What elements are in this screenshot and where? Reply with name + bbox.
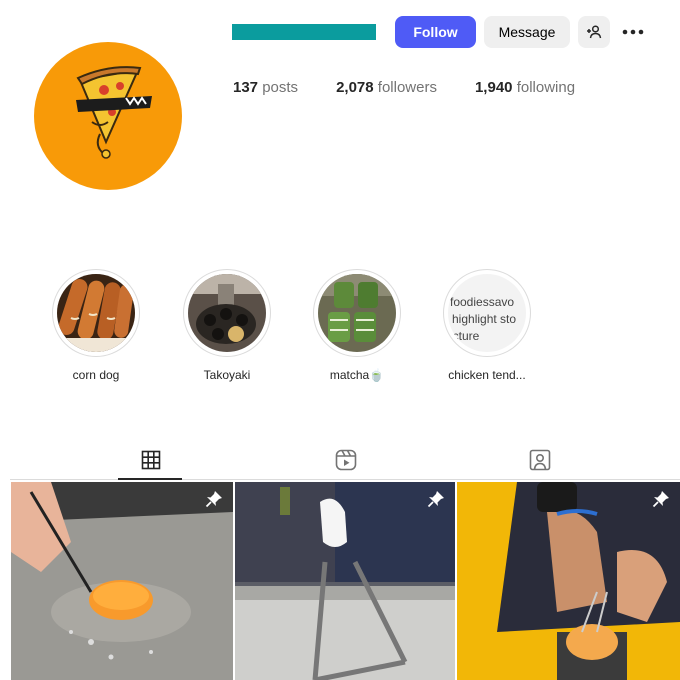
highlight-cover-broken-image: foodiessavo highlight sto icture bbox=[448, 274, 526, 352]
takoyaki-thumbnail bbox=[188, 274, 266, 352]
suggest-users-button[interactable] bbox=[578, 16, 610, 48]
tab-tagged[interactable] bbox=[525, 445, 555, 475]
post-tile-2[interactable] bbox=[235, 482, 455, 680]
profile-avatar[interactable] bbox=[34, 42, 182, 190]
username-redacted bbox=[232, 24, 376, 40]
tab-posts[interactable] bbox=[136, 445, 166, 475]
followers-count: 2,078 bbox=[336, 79, 374, 96]
tab-reels[interactable] bbox=[331, 445, 361, 475]
tagged-icon bbox=[529, 449, 551, 471]
following-stat[interactable]: 1,940 following bbox=[475, 79, 575, 96]
matcha-thumbnail bbox=[318, 274, 396, 352]
highlight-ring: foodiessavo highlight sto icture bbox=[443, 269, 531, 357]
highlight-label: corn dog bbox=[72, 368, 120, 382]
posts-label: posts bbox=[262, 79, 299, 96]
highlight-label: matcha🍵 bbox=[329, 368, 385, 382]
broken-image-alt-text: foodiessavo highlight sto icture bbox=[450, 294, 526, 345]
highlight-ring bbox=[313, 269, 401, 357]
highlight-takoyaki[interactable]: Takoyaki bbox=[182, 269, 272, 382]
following-count: 1,940 bbox=[474, 79, 513, 96]
pizza-logo-icon bbox=[76, 66, 152, 159]
grid-icon bbox=[141, 450, 161, 470]
highlight-cover-corn-dog bbox=[57, 274, 135, 352]
message-button[interactable]: Message bbox=[484, 16, 570, 48]
highlight-corn-dog[interactable]: corn dog bbox=[51, 269, 141, 382]
highlight-label: Takoyaki bbox=[203, 368, 251, 382]
post-image-1 bbox=[11, 482, 233, 680]
posts-stat: 137 posts bbox=[233, 79, 298, 96]
highlight-matcha[interactable]: matcha🍵 bbox=[312, 269, 402, 382]
highlight-cover-matcha bbox=[318, 274, 396, 352]
profile-stats: 137 posts 2,078 followers 1,940 followin… bbox=[233, 79, 613, 96]
ellipsis-icon bbox=[622, 29, 644, 35]
options-button[interactable] bbox=[618, 16, 648, 48]
highlight-ring bbox=[52, 269, 140, 357]
pin-icon bbox=[652, 491, 669, 508]
highlight-ring bbox=[183, 269, 271, 357]
pin-icon bbox=[205, 491, 222, 508]
corn-dog-thumbnail bbox=[57, 274, 135, 352]
post-image-3 bbox=[457, 482, 680, 680]
alt-line-2: highlight sto bbox=[452, 312, 517, 326]
person-plus-icon bbox=[587, 25, 602, 39]
post-image-2 bbox=[235, 482, 455, 680]
posts-count: 137 bbox=[233, 79, 259, 96]
pin-icon bbox=[427, 491, 444, 508]
alt-line-3: icture bbox=[450, 329, 480, 343]
following-label: following bbox=[516, 79, 576, 96]
post-tile-3[interactable] bbox=[457, 482, 680, 680]
follow-button[interactable]: Follow bbox=[395, 16, 476, 48]
alt-line-1: foodiessavo bbox=[450, 295, 515, 309]
reels-icon bbox=[335, 449, 357, 471]
tabs-divider bbox=[10, 479, 680, 480]
followers-label: followers bbox=[377, 79, 437, 96]
followers-stat[interactable]: 2,078 followers bbox=[336, 79, 437, 96]
active-tab-indicator bbox=[118, 478, 182, 480]
highlight-label: chicken tend... bbox=[448, 368, 526, 382]
highlight-cover-takoyaki bbox=[188, 274, 266, 352]
post-tile-1[interactable] bbox=[11, 482, 233, 680]
highlight-chicken-tenders[interactable]: foodiessavo highlight sto icture chicken… bbox=[442, 269, 532, 382]
